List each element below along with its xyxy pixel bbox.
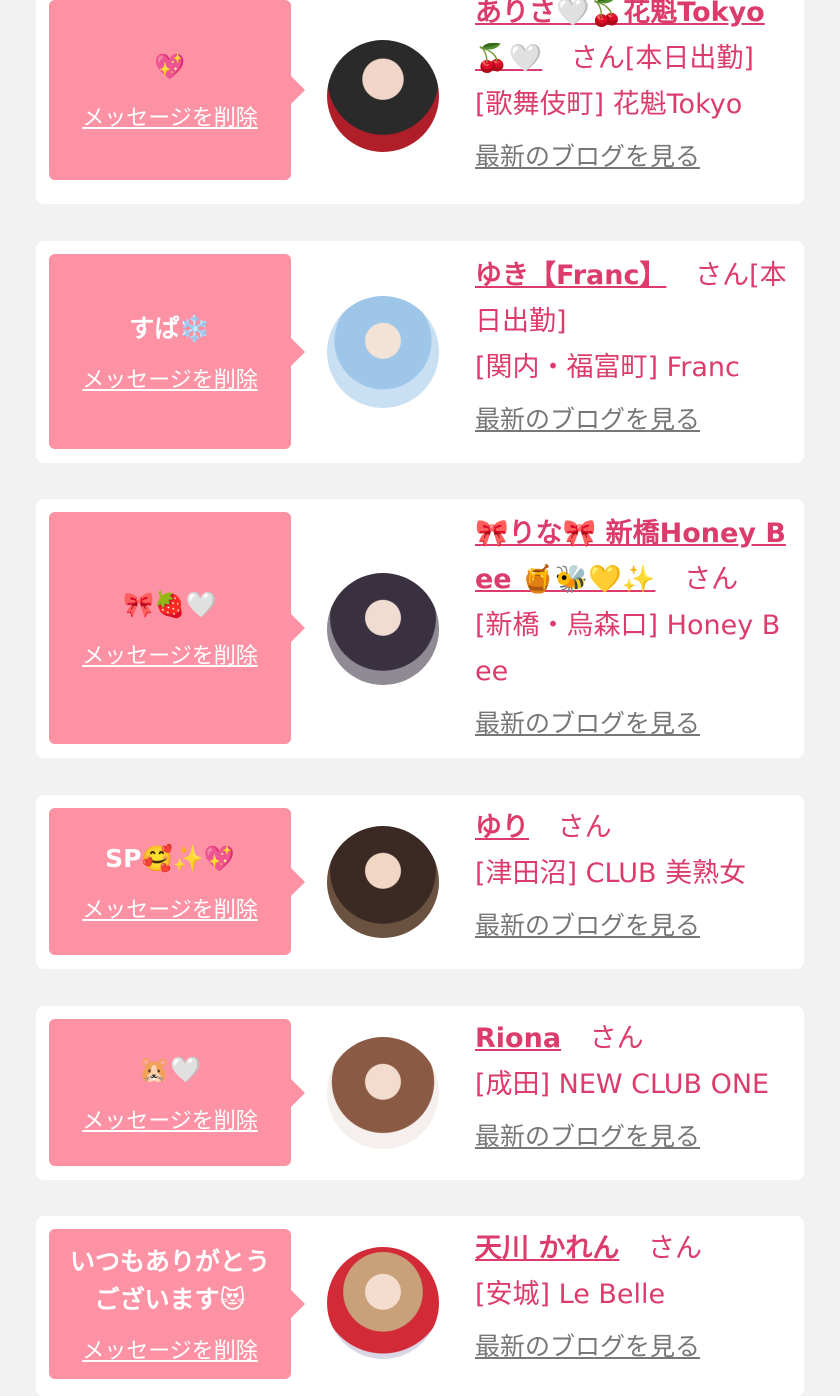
delete-message-link[interactable]: メッセージを削除 xyxy=(82,638,258,670)
message-bubble: SP🥰✨💖 メッセージを削除 xyxy=(49,808,305,955)
shop-info: [安城] Le Belle xyxy=(475,1279,666,1310)
cast-name-link[interactable]: Riona xyxy=(475,1023,561,1054)
cast-name-link[interactable]: 🎀りな🎀 新橋Honey Bee 🍯🐝💛✨ xyxy=(475,518,786,595)
message-text: 🐹🤍 xyxy=(138,1054,202,1084)
message-card: いつもありがとうございます😻 メッセージを削除 天川 かれん さん [安城] L… xyxy=(36,1216,804,1396)
message-card: すぱ❄️ メッセージを削除 ゆき【Franc】 さん[本日出勤] [関内・福富町… xyxy=(36,241,804,463)
work-status: [本日出勤] xyxy=(624,43,754,74)
latest-blog-link[interactable]: 最新のブログを見る xyxy=(475,397,793,443)
message-bubble: 💖 メッセージを削除 xyxy=(49,0,305,180)
latest-blog-link[interactable]: 最新のブログを見る xyxy=(475,903,793,949)
shop-info: [津田沼] CLUB 美熟女 xyxy=(475,858,747,889)
message-card: 🐹🤍 メッセージを削除 Riona さん [成田] NEW CLUB ONE 最… xyxy=(36,1006,804,1180)
honorific: さん xyxy=(695,260,750,291)
honorific: さん xyxy=(648,1233,702,1264)
shop-info: [成田] NEW CLUB ONE xyxy=(475,1069,770,1100)
avatar[interactable] xyxy=(327,573,439,685)
latest-blog-link[interactable]: 最新のブログを見る xyxy=(475,134,793,180)
message-bubble: 🎀🍓🤍 メッセージを削除 xyxy=(49,512,305,744)
cast-name-link[interactable]: 天川 かれん xyxy=(475,1233,619,1264)
honorific: さん xyxy=(570,43,625,74)
cast-name-link[interactable]: ゆり xyxy=(475,812,529,843)
avatar[interactable] xyxy=(327,1247,439,1359)
shop-info: [新橋・烏森口] Honey Bee xyxy=(475,610,781,687)
delete-message-link[interactable]: メッセージを削除 xyxy=(82,100,258,132)
delete-message-link[interactable]: メッセージを削除 xyxy=(82,362,258,394)
message-text: 🎀🍓🤍 xyxy=(123,590,217,619)
honorific: さん xyxy=(684,564,739,595)
message-text: すぱ❄️ xyxy=(129,313,211,343)
delete-message-link[interactable]: メッセージを削除 xyxy=(82,892,258,924)
message-bubble: いつもありがとうございます😻 メッセージを削除 xyxy=(49,1229,305,1379)
shop-info: [関内・福富町] Franc xyxy=(475,352,740,383)
message-card: SP🥰✨💖 メッセージを削除 ゆり さん [津田沼] CLUB 美熟女 最新のブ… xyxy=(36,795,804,969)
honorific: さん xyxy=(557,812,612,843)
message-bubble: すぱ❄️ メッセージを削除 xyxy=(49,254,305,449)
latest-blog-link[interactable]: 最新のブログを見る xyxy=(475,1324,793,1370)
cast-name-link[interactable]: ゆき【Franc】 xyxy=(475,260,666,291)
shop-info: [歌舞伎町] 花魁Tokyo xyxy=(475,89,743,120)
avatar[interactable] xyxy=(327,826,439,938)
avatar[interactable] xyxy=(327,40,439,152)
latest-blog-link[interactable]: 最新のブログを見る xyxy=(475,701,793,747)
avatar[interactable] xyxy=(327,1037,439,1149)
delete-message-link[interactable]: メッセージを削除 xyxy=(82,1103,258,1135)
message-card: 🎀🍓🤍 メッセージを削除 🎀りな🎀 新橋Honey Bee 🍯🐝💛✨ さん [新… xyxy=(36,499,804,758)
message-bubble: 🐹🤍 メッセージを削除 xyxy=(49,1019,305,1166)
message-text: いつもありがとうございます😻 xyxy=(69,1247,270,1314)
avatar[interactable] xyxy=(327,296,439,408)
honorific: さん xyxy=(589,1023,644,1054)
message-card: 💖 メッセージを削除 ありさ🤍🍒花魁Tokyo🍒🤍 さん[本日出勤] [歌舞伎町… xyxy=(36,0,804,204)
message-text: 💖 xyxy=(154,52,186,81)
message-text: SP🥰✨💖 xyxy=(105,843,235,873)
delete-message-link[interactable]: メッセージを削除 xyxy=(82,1333,258,1365)
latest-blog-link[interactable]: 最新のブログを見る xyxy=(475,1114,793,1160)
